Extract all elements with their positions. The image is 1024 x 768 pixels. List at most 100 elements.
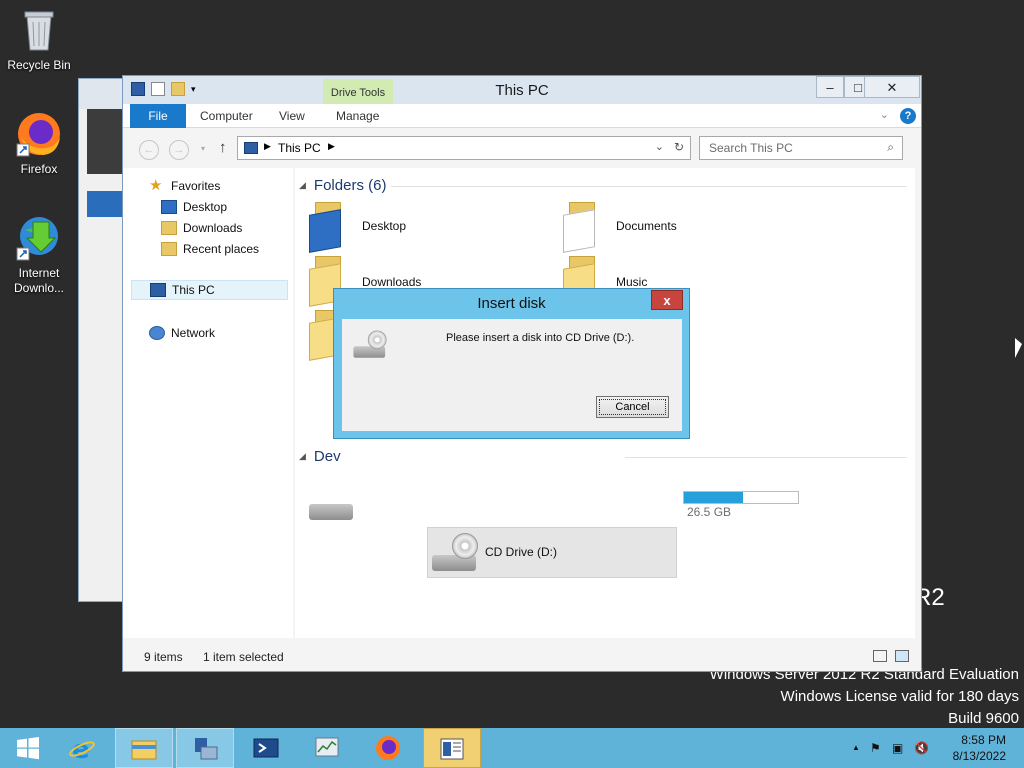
- collapse-triangle-icon[interactable]: ◢: [299, 451, 306, 461]
- breadcrumb-chevron-icon[interactable]: ▶: [328, 141, 335, 152]
- navigation-bar: ← → ▾ ↑ ▶ This PC ▶ ⌄ ↻ Search This PC ⌕: [123, 128, 921, 168]
- clock-time[interactable]: 8:58 PM: [961, 733, 1006, 747]
- taskbar-internet-explorer[interactable]: e: [54, 728, 112, 768]
- dialog-close-button[interactable]: x: [651, 290, 683, 310]
- group-divider: [391, 186, 907, 187]
- large-icons-view-icon[interactable]: [895, 650, 909, 662]
- watermark-build: Build 9600: [948, 710, 1019, 727]
- action-center-flag-icon[interactable]: ⚑: [870, 741, 881, 755]
- selection-count: 1 item selected: [203, 650, 284, 664]
- taskbar-performance-monitor[interactable]: [299, 728, 357, 768]
- folders-group-header[interactable]: ◢ Folders (6): [299, 177, 386, 194]
- folder-name[interactable]: Documents: [616, 219, 677, 233]
- tab-view[interactable]: View: [279, 104, 305, 128]
- minimize-button[interactable]: –: [816, 76, 844, 98]
- network-status-icon[interactable]: ▣: [892, 741, 903, 755]
- search-box[interactable]: Search This PC ⌕: [699, 136, 903, 160]
- recent-locations-chevron-icon[interactable]: ▾: [201, 144, 205, 153]
- forward-button[interactable]: →: [169, 140, 189, 160]
- internet-explorer-icon: e: [69, 735, 95, 762]
- folder-name[interactable]: Desktop: [362, 219, 406, 233]
- help-icon[interactable]: ?: [900, 108, 916, 124]
- up-button[interactable]: ↑: [219, 139, 227, 156]
- network-icon: [149, 326, 165, 340]
- nav-item-desktop[interactable]: Desktop: [161, 197, 227, 217]
- breadcrumb-this-pc[interactable]: This PC: [278, 141, 321, 155]
- performance-monitor-icon: [315, 737, 339, 757]
- desktop-icon-label: Recycle Bin: [7, 58, 71, 72]
- group-title: Dev: [313, 448, 341, 465]
- tab-file[interactable]: File: [130, 104, 186, 128]
- tab-manage[interactable]: Manage: [336, 104, 379, 128]
- server-manager-icon: [195, 738, 218, 760]
- nav-item-this-pc[interactable]: This PC: [131, 280, 288, 300]
- group-divider: [625, 457, 907, 458]
- taskbar-file-explorer[interactable]: [115, 728, 173, 768]
- refresh-icon[interactable]: ↻: [674, 140, 684, 154]
- drive-usage-fill: [684, 492, 744, 503]
- item-count: 9 items: [144, 650, 183, 664]
- desktop-icon-recycle-bin[interactable]: Recycle Bin: [1, 6, 77, 73]
- cd-drive-label: CD Drive (D:): [485, 545, 557, 559]
- group-title: Folders (6): [313, 177, 387, 194]
- desktop-icon-internet-download-manager[interactable]: Internet Downlo...: [1, 214, 77, 296]
- taskbar-server-manager[interactable]: [176, 728, 234, 768]
- close-button[interactable]: ✕: [864, 76, 920, 98]
- nav-label: Downloads: [183, 221, 243, 235]
- taskbar-active-app[interactable]: [423, 728, 481, 768]
- details-view-icon[interactable]: [873, 650, 887, 662]
- cd-drive-icon: [430, 531, 480, 575]
- address-bar[interactable]: ▶ This PC ▶ ⌄ ↻: [237, 136, 691, 160]
- drive-free-space: 26.5 GB: [687, 505, 732, 519]
- system-tray: ▲ ⚑ ▣ 🔇 8:58 PM 8/13/2022: [844, 728, 1024, 768]
- volume-muted-icon[interactable]: 🔇: [914, 741, 929, 755]
- document-window-icon: [440, 738, 464, 760]
- navigation-pane: ★ Favorites Desktop Downloads Recent pla…: [123, 168, 293, 638]
- clock-date[interactable]: 8/13/2022: [953, 749, 1006, 763]
- recent-places-icon: [161, 242, 177, 256]
- nav-item-recent-places[interactable]: Recent places: [161, 239, 259, 259]
- powershell-icon: [253, 738, 279, 758]
- desktop-folder-icon[interactable]: [309, 202, 349, 253]
- taskbar-firefox[interactable]: [360, 728, 418, 768]
- folder-name[interactable]: Downloads: [362, 275, 421, 289]
- folder-name[interactable]: Music: [616, 275, 647, 289]
- dialog-body: Please insert a disk into CD Drive (D:).…: [342, 319, 682, 431]
- taskbar-powershell[interactable]: [238, 728, 296, 768]
- local-disk-icon[interactable]: [307, 480, 357, 524]
- show-hidden-icons-icon[interactable]: ▲: [852, 743, 860, 752]
- insert-disk-dialog[interactable]: Insert disk x Please insert a disk into …: [333, 288, 690, 439]
- nav-item-downloads[interactable]: Downloads: [161, 218, 242, 238]
- recycle-bin-icon: [15, 6, 63, 54]
- address-dropdown-icon[interactable]: ⌄: [655, 140, 664, 153]
- cancel-button[interactable]: Cancel: [596, 396, 669, 418]
- watermark-line2: Windows License valid for 180 days: [780, 688, 1019, 705]
- explorer-titlebar[interactable]: ▾ Drive Tools This PC – □ ✕: [123, 76, 921, 107]
- collapse-triangle-icon[interactable]: ◢: [299, 180, 306, 190]
- view-buttons: [873, 650, 909, 662]
- tab-computer[interactable]: Computer: [200, 104, 253, 128]
- search-icon[interactable]: ⌕: [887, 140, 894, 155]
- devices-group-header[interactable]: ◢ Dev: [299, 448, 341, 465]
- nav-label: Network: [171, 326, 216, 340]
- nav-item-network[interactable]: Network: [149, 323, 215, 343]
- search-placeholder: Search This PC: [709, 141, 793, 155]
- nav-label: This PC: [172, 283, 215, 297]
- documents-folder-icon[interactable]: [563, 202, 603, 253]
- nav-item-favorites[interactable]: ★ Favorites: [149, 176, 220, 196]
- cd-drive-item[interactable]: CD Drive (D:): [427, 527, 677, 578]
- window-title: This PC: [495, 82, 549, 99]
- back-button[interactable]: ←: [139, 140, 159, 160]
- firefox-icon: [15, 110, 63, 158]
- downloads-folder-icon: [161, 221, 177, 235]
- nav-label: Favorites: [171, 179, 221, 193]
- desktop-icon-firefox[interactable]: Firefox: [1, 110, 77, 177]
- nav-label: Recent places: [183, 242, 260, 256]
- expand-ribbon-chevron-icon[interactable]: ⌄: [880, 108, 889, 121]
- drive-usage-bar: [683, 491, 799, 504]
- cd-drive-icon: [352, 329, 388, 361]
- breadcrumb-chevron-icon[interactable]: ▶: [264, 141, 271, 152]
- star-icon: ★: [149, 177, 163, 194]
- start-button[interactable]: [0, 728, 58, 768]
- mouse-cursor: [1015, 338, 1022, 358]
